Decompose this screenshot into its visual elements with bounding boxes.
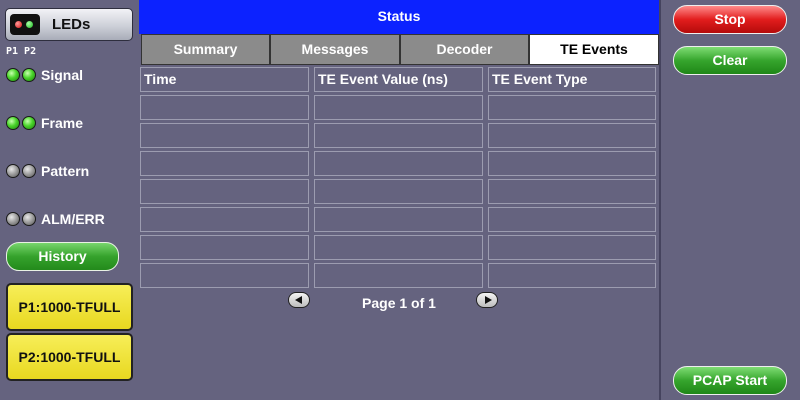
table-cell bbox=[488, 263, 656, 288]
left-panel: LEDs P1 P2 Signal Frame Pattern ALM/ERR … bbox=[0, 0, 139, 400]
pcap-start-button[interactable]: PCAP Start bbox=[673, 366, 787, 395]
table-cell bbox=[314, 179, 483, 204]
p2-signal-led-icon bbox=[22, 68, 36, 82]
page-next-arrow-icon[interactable] bbox=[476, 292, 498, 308]
table-cell bbox=[314, 95, 483, 120]
p2-pattern-led-icon bbox=[22, 164, 36, 178]
column-header: Time bbox=[140, 67, 309, 92]
table-cell bbox=[488, 123, 656, 148]
table-cell bbox=[314, 235, 483, 260]
leds-status-icon bbox=[10, 14, 40, 35]
column-header: TE Event Type bbox=[488, 67, 656, 92]
tab-decoder[interactable]: Decoder bbox=[400, 34, 529, 65]
table-cell bbox=[488, 207, 656, 232]
stop-button[interactable]: Stop bbox=[673, 5, 787, 34]
table-cell bbox=[140, 151, 309, 176]
p1-frame-led-icon bbox=[6, 116, 20, 130]
page-indicator: Page 1 of 1 bbox=[362, 295, 436, 311]
table-cell bbox=[314, 123, 483, 148]
table-cell bbox=[488, 151, 656, 176]
red-led-icon bbox=[15, 21, 22, 28]
right-panel: Stop Clear PCAP Start bbox=[659, 0, 800, 400]
table-cell bbox=[140, 207, 309, 232]
port1-config-button[interactable]: P1:1000-TFULL bbox=[6, 283, 133, 331]
pager: Page 1 of 1 bbox=[139, 292, 659, 312]
table-cell bbox=[488, 235, 656, 260]
leds-button-label: LEDs bbox=[52, 16, 91, 33]
table-cell bbox=[140, 179, 309, 204]
green-led-icon bbox=[26, 21, 33, 28]
page-title: Status bbox=[139, 0, 659, 34]
p2-alm-err-led-icon bbox=[22, 212, 36, 226]
p1-alm-err-led-icon bbox=[6, 212, 20, 226]
history-button[interactable]: History bbox=[6, 242, 119, 271]
column-header: TE Event Value (ns) bbox=[314, 67, 483, 92]
table-cell bbox=[314, 207, 483, 232]
indicator-label: ALM/ERR bbox=[41, 211, 105, 227]
table-cell bbox=[314, 263, 483, 288]
tab-bar: Summary Messages Decoder TE Events bbox=[141, 34, 659, 65]
table-cell bbox=[488, 95, 656, 120]
port-column-header: P1 P2 bbox=[6, 46, 37, 57]
table-cell bbox=[140, 263, 309, 288]
tab-summary[interactable]: Summary bbox=[141, 34, 270, 65]
p2-frame-led-icon bbox=[22, 116, 36, 130]
center-panel: Status Summary Messages Decoder TE Event… bbox=[139, 0, 659, 400]
port2-config-button[interactable]: P2:1000-TFULL bbox=[6, 333, 133, 381]
clear-button[interactable]: Clear bbox=[673, 46, 787, 75]
table-cell bbox=[140, 95, 309, 120]
indicator-label: Signal bbox=[41, 67, 84, 83]
indicator-label: Pattern bbox=[41, 163, 90, 179]
p1-signal-led-icon bbox=[6, 68, 20, 82]
leds-button[interactable]: LEDs bbox=[5, 8, 133, 41]
table-cell bbox=[140, 235, 309, 260]
p1-pattern-led-icon bbox=[6, 164, 20, 178]
indicator-label: Frame bbox=[41, 115, 84, 131]
tab-te-events[interactable]: TE Events bbox=[529, 34, 659, 65]
table-cell bbox=[314, 151, 483, 176]
tab-messages[interactable]: Messages bbox=[270, 34, 400, 65]
table-cell bbox=[488, 179, 656, 204]
table-cell bbox=[140, 123, 309, 148]
